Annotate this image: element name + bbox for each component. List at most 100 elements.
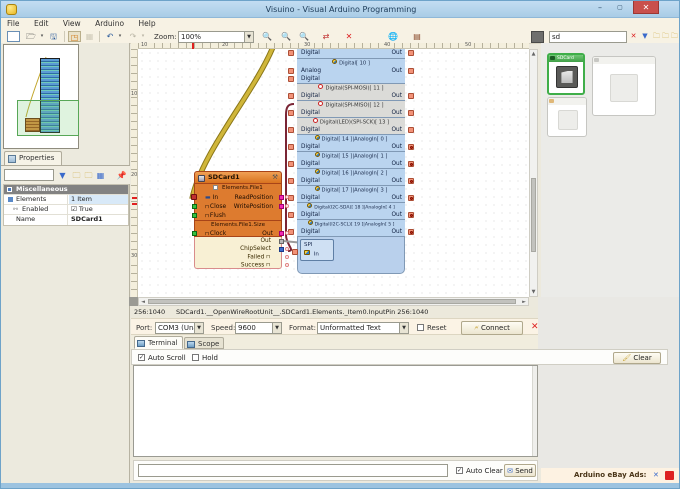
component-card-3[interactable] xyxy=(547,97,587,137)
file-checkbox[interactable] xyxy=(213,185,218,190)
speed-select[interactable]: 9600▼ xyxy=(235,322,282,334)
tab-terminal[interactable]: Terminal xyxy=(134,336,183,349)
clear-search-icon[interactable]: ✕ xyxy=(629,31,638,42)
pin-out[interactable] xyxy=(279,239,284,244)
pin[interactable] xyxy=(292,249,298,255)
reset-checkbox[interactable] xyxy=(417,324,424,331)
menu-help[interactable]: Help xyxy=(133,18,162,29)
pin-success[interactable] xyxy=(285,263,289,267)
board-channel[interactable]: Digital[ 10 ] Analog Out Digital xyxy=(297,59,405,84)
redo-dropdown-icon[interactable]: ▾ xyxy=(140,31,146,42)
arduino-ide-icon[interactable]: ▤ xyxy=(410,31,424,42)
menu-arduino[interactable]: Arduino xyxy=(89,18,130,29)
board-bottom-section[interactable]: SPI In xyxy=(297,237,405,274)
filter-icon[interactable]: ▼ xyxy=(639,31,651,42)
pin-close[interactable] xyxy=(192,204,197,209)
panel-grip[interactable] xyxy=(531,31,544,43)
board-channel[interactable]: Digital(SPI-MISO)[ 12 ] DigitalOut xyxy=(297,101,405,118)
send-button[interactable]: ✉ Send xyxy=(504,464,536,477)
terminal-output[interactable] xyxy=(133,365,538,457)
minimize-button[interactable]: – xyxy=(591,1,609,14)
pin-connector[interactable] xyxy=(285,231,289,235)
open-dropdown-icon[interactable]: ▾ xyxy=(39,31,45,42)
pin[interactable] xyxy=(288,178,294,184)
pin-connector[interactable] xyxy=(285,204,289,208)
pin-connector[interactable] xyxy=(285,195,289,199)
pin-failed[interactable] xyxy=(285,255,289,259)
tab-scope[interactable]: Scope xyxy=(184,337,224,349)
clear-button[interactable]: 🖌 Clear xyxy=(613,352,661,364)
pin[interactable] xyxy=(288,161,294,167)
close-button[interactable]: ✕ xyxy=(633,1,659,14)
board-channel-partial[interactable]: Digital Out xyxy=(297,49,405,59)
board-channel[interactable]: Digital(LED)(SPI-SCK)[ 13 ] DigitalOut xyxy=(297,118,405,135)
board-channel[interactable]: Digital(I2C-SDA)[ 18 ]|AnalogIn[ 4 ] Dig… xyxy=(297,203,405,220)
scroll-up-icon[interactable]: ▲ xyxy=(530,50,537,58)
port-dropdown-icon[interactable]: ▼ xyxy=(194,323,203,333)
zoom-dropdown-icon[interactable]: ▼ xyxy=(244,32,253,42)
undo-button[interactable]: ↶ xyxy=(103,31,117,42)
scroll-thumb[interactable] xyxy=(531,178,536,252)
property-filter-input[interactable] xyxy=(4,169,54,181)
zoom-out-icon[interactable]: 🔍 xyxy=(279,31,293,42)
pin[interactable] xyxy=(408,68,414,74)
sdcard-body[interactable]: Elements.File1 ▬ In ReadPosition ⊓Close … xyxy=(194,183,282,237)
pin[interactable] xyxy=(288,127,294,133)
terminal-scrollbar[interactable] xyxy=(532,366,537,456)
pin[interactable] xyxy=(288,68,294,74)
component-search-input[interactable]: sd xyxy=(549,31,627,43)
property-row-elements[interactable]: Elements 1 Item xyxy=(4,195,128,205)
overview-minimap[interactable] xyxy=(3,44,79,149)
connect-button[interactable]: 🗲 Connect xyxy=(461,321,523,335)
menu-edit[interactable]: Edit xyxy=(28,18,55,29)
board-channel[interactable]: Digital[ 16 ]|AnalogIn[ 2 ] DigitalOut xyxy=(297,169,405,186)
property-category-row[interactable]: Miscellaneous xyxy=(4,185,128,195)
scroll-down-icon[interactable]: ▼ xyxy=(530,288,537,296)
pin[interactable] xyxy=(408,50,414,56)
board-channel[interactable]: Digital(SPI-MOSI)[ 11 ] DigitalOut xyxy=(297,84,405,101)
property-row-name[interactable]: Name SDCard1 xyxy=(4,215,128,225)
grid-toggle-icon[interactable]: ◳ xyxy=(68,31,81,42)
pin[interactable] xyxy=(408,127,414,133)
splitter-grip[interactable] xyxy=(129,297,138,306)
sdcard-header[interactable]: SDCard1 ⚒ xyxy=(194,171,282,183)
canvas-vertical-scrollbar[interactable]: ▲ ▼ xyxy=(529,49,538,297)
expand-all-icon[interactable]: 🗀 xyxy=(71,170,82,181)
board-spi-section[interactable]: SPI In xyxy=(300,239,334,261)
new-project-button[interactable] xyxy=(7,31,20,42)
collapse-all-icon[interactable]: 🗀 xyxy=(83,170,94,181)
board-channel[interactable]: Digital[ 15 ]|AnalogIn[ 1 ] DigitalOut xyxy=(297,152,405,169)
zoom-in-icon[interactable]: 🔍 xyxy=(260,31,274,42)
component-card-2[interactable] xyxy=(592,56,656,116)
pin[interactable] xyxy=(288,212,294,218)
pin[interactable] xyxy=(408,110,414,116)
pin-writeposition[interactable] xyxy=(279,204,284,209)
sdcard-lower-section[interactable]: Out ChipSelect Failed ⊓ Success ⊓ xyxy=(194,237,282,269)
title-bar[interactable]: Visuino - Visual Arduino Programming – ▢… xyxy=(1,1,680,18)
pin-size-out[interactable] xyxy=(279,231,284,236)
wrench-icon[interactable]: ⚒ xyxy=(272,172,278,183)
property-filter-icon[interactable]: ▼ xyxy=(57,170,68,181)
canvas-horizontal-scrollbar[interactable]: ◄ ► xyxy=(138,297,529,306)
pin[interactable] xyxy=(288,110,294,116)
zoom-fit-icon[interactable]: 🔍 xyxy=(297,31,311,42)
ads-close-icon[interactable]: ✕ xyxy=(653,468,659,483)
build-upload-icon[interactable]: 🌐 xyxy=(386,31,400,42)
scroll-left-icon[interactable]: ◄ xyxy=(139,298,147,306)
auto-clear-checkbox[interactable]: ✓ xyxy=(456,467,463,474)
zoom-select[interactable]: 100% ▼ xyxy=(178,31,254,43)
pin[interactable] xyxy=(288,76,294,82)
arrange-icon[interactable]: ▦ xyxy=(95,170,106,181)
redo-button[interactable]: ↷ xyxy=(126,31,140,42)
delete-icon[interactable]: ✕ xyxy=(342,31,356,42)
snap-toggle-icon[interactable]: ▦ xyxy=(83,31,96,42)
send-input[interactable] xyxy=(138,464,448,477)
tab-properties[interactable]: Properties xyxy=(4,151,62,165)
ads-stop-icon[interactable] xyxy=(665,471,674,480)
pin[interactable] xyxy=(408,93,414,99)
property-row-enabled[interactable]: ⚯Enabled ☑ True xyxy=(4,205,128,215)
speed-dropdown-icon[interactable]: ▼ xyxy=(272,323,281,333)
component-card-sdcard[interactable]: SDCard xyxy=(547,53,585,95)
pin-chipselect[interactable] xyxy=(279,247,284,252)
scroll-right-icon[interactable]: ► xyxy=(520,298,528,306)
